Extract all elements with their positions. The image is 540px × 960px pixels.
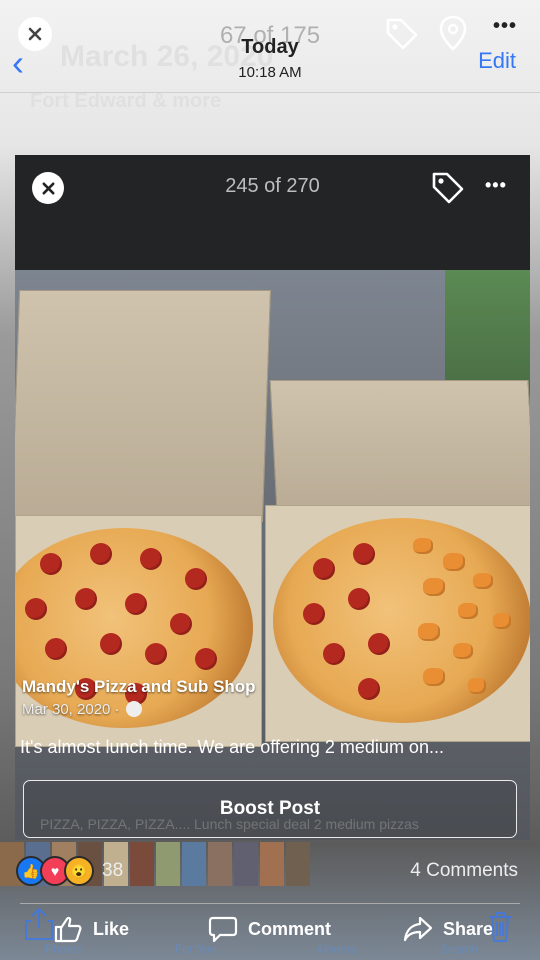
share-upload-icon[interactable] bbox=[22, 906, 56, 942]
background-location: Fort Edward & more bbox=[30, 90, 222, 112]
comment-button[interactable]: Comment bbox=[208, 915, 331, 943]
share-button[interactable]: Share bbox=[403, 915, 493, 943]
photo-viewer-header: 245 of 270 ••• bbox=[15, 155, 530, 270]
photo-more-options-icon[interactable]: ••• bbox=[485, 175, 507, 196]
comment-label: Comment bbox=[248, 918, 332, 939]
globe-icon bbox=[125, 701, 142, 717]
header-divider bbox=[0, 92, 540, 93]
tag-photo-icon[interactable] bbox=[430, 170, 466, 206]
post-date-text: Mar 30, 2020 · bbox=[22, 701, 120, 718]
post-author-name[interactable]: Mandy's Pizza and Sub Shop bbox=[22, 677, 256, 697]
like-button[interactable]: Like bbox=[53, 915, 129, 943]
half-pepperoni-half-buffalo-pizza bbox=[273, 518, 530, 723]
reaction-count: 38 bbox=[102, 860, 124, 881]
more-options-icon[interactable]: ••• bbox=[493, 15, 517, 38]
thumbs-up-icon bbox=[54, 916, 82, 943]
location-pin-icon[interactable] bbox=[438, 14, 468, 52]
close-icon bbox=[28, 27, 42, 41]
bg-tab-photos: Photos bbox=[45, 942, 83, 956]
right-box-lid bbox=[269, 380, 530, 512]
back-chevron-icon[interactable]: ‹ bbox=[12, 45, 24, 81]
comments-count[interactable]: 4 Comments bbox=[410, 860, 518, 882]
photo-time: 10:18 AM bbox=[238, 64, 302, 81]
wow-reaction-icon: 😮 bbox=[64, 856, 94, 886]
edit-button[interactable]: Edit bbox=[478, 48, 516, 74]
bg-tab-for-you: For You bbox=[175, 942, 217, 956]
left-box-lid bbox=[15, 290, 272, 522]
bg-tab-albums: Albums bbox=[316, 942, 357, 956]
reactions-summary[interactable]: 👍 ♥ 😮 38 bbox=[16, 856, 123, 886]
like-label: Like bbox=[93, 918, 130, 939]
background-blurred-text: PIZZA, PIZZA, PIZZA.... Lunch special de… bbox=[40, 816, 419, 832]
share-arrow-icon bbox=[403, 916, 433, 942]
actions-divider bbox=[20, 903, 520, 904]
close-button[interactable] bbox=[18, 17, 52, 51]
tag-icon[interactable] bbox=[384, 16, 420, 52]
post-date: Mar 30, 2020 · bbox=[22, 701, 142, 718]
comment-bubble-icon bbox=[208, 916, 238, 943]
trash-icon[interactable] bbox=[486, 910, 514, 944]
bg-tab-search: Search bbox=[440, 942, 479, 956]
post-caption[interactable]: It's almost lunch time. We are offering … bbox=[20, 737, 444, 758]
